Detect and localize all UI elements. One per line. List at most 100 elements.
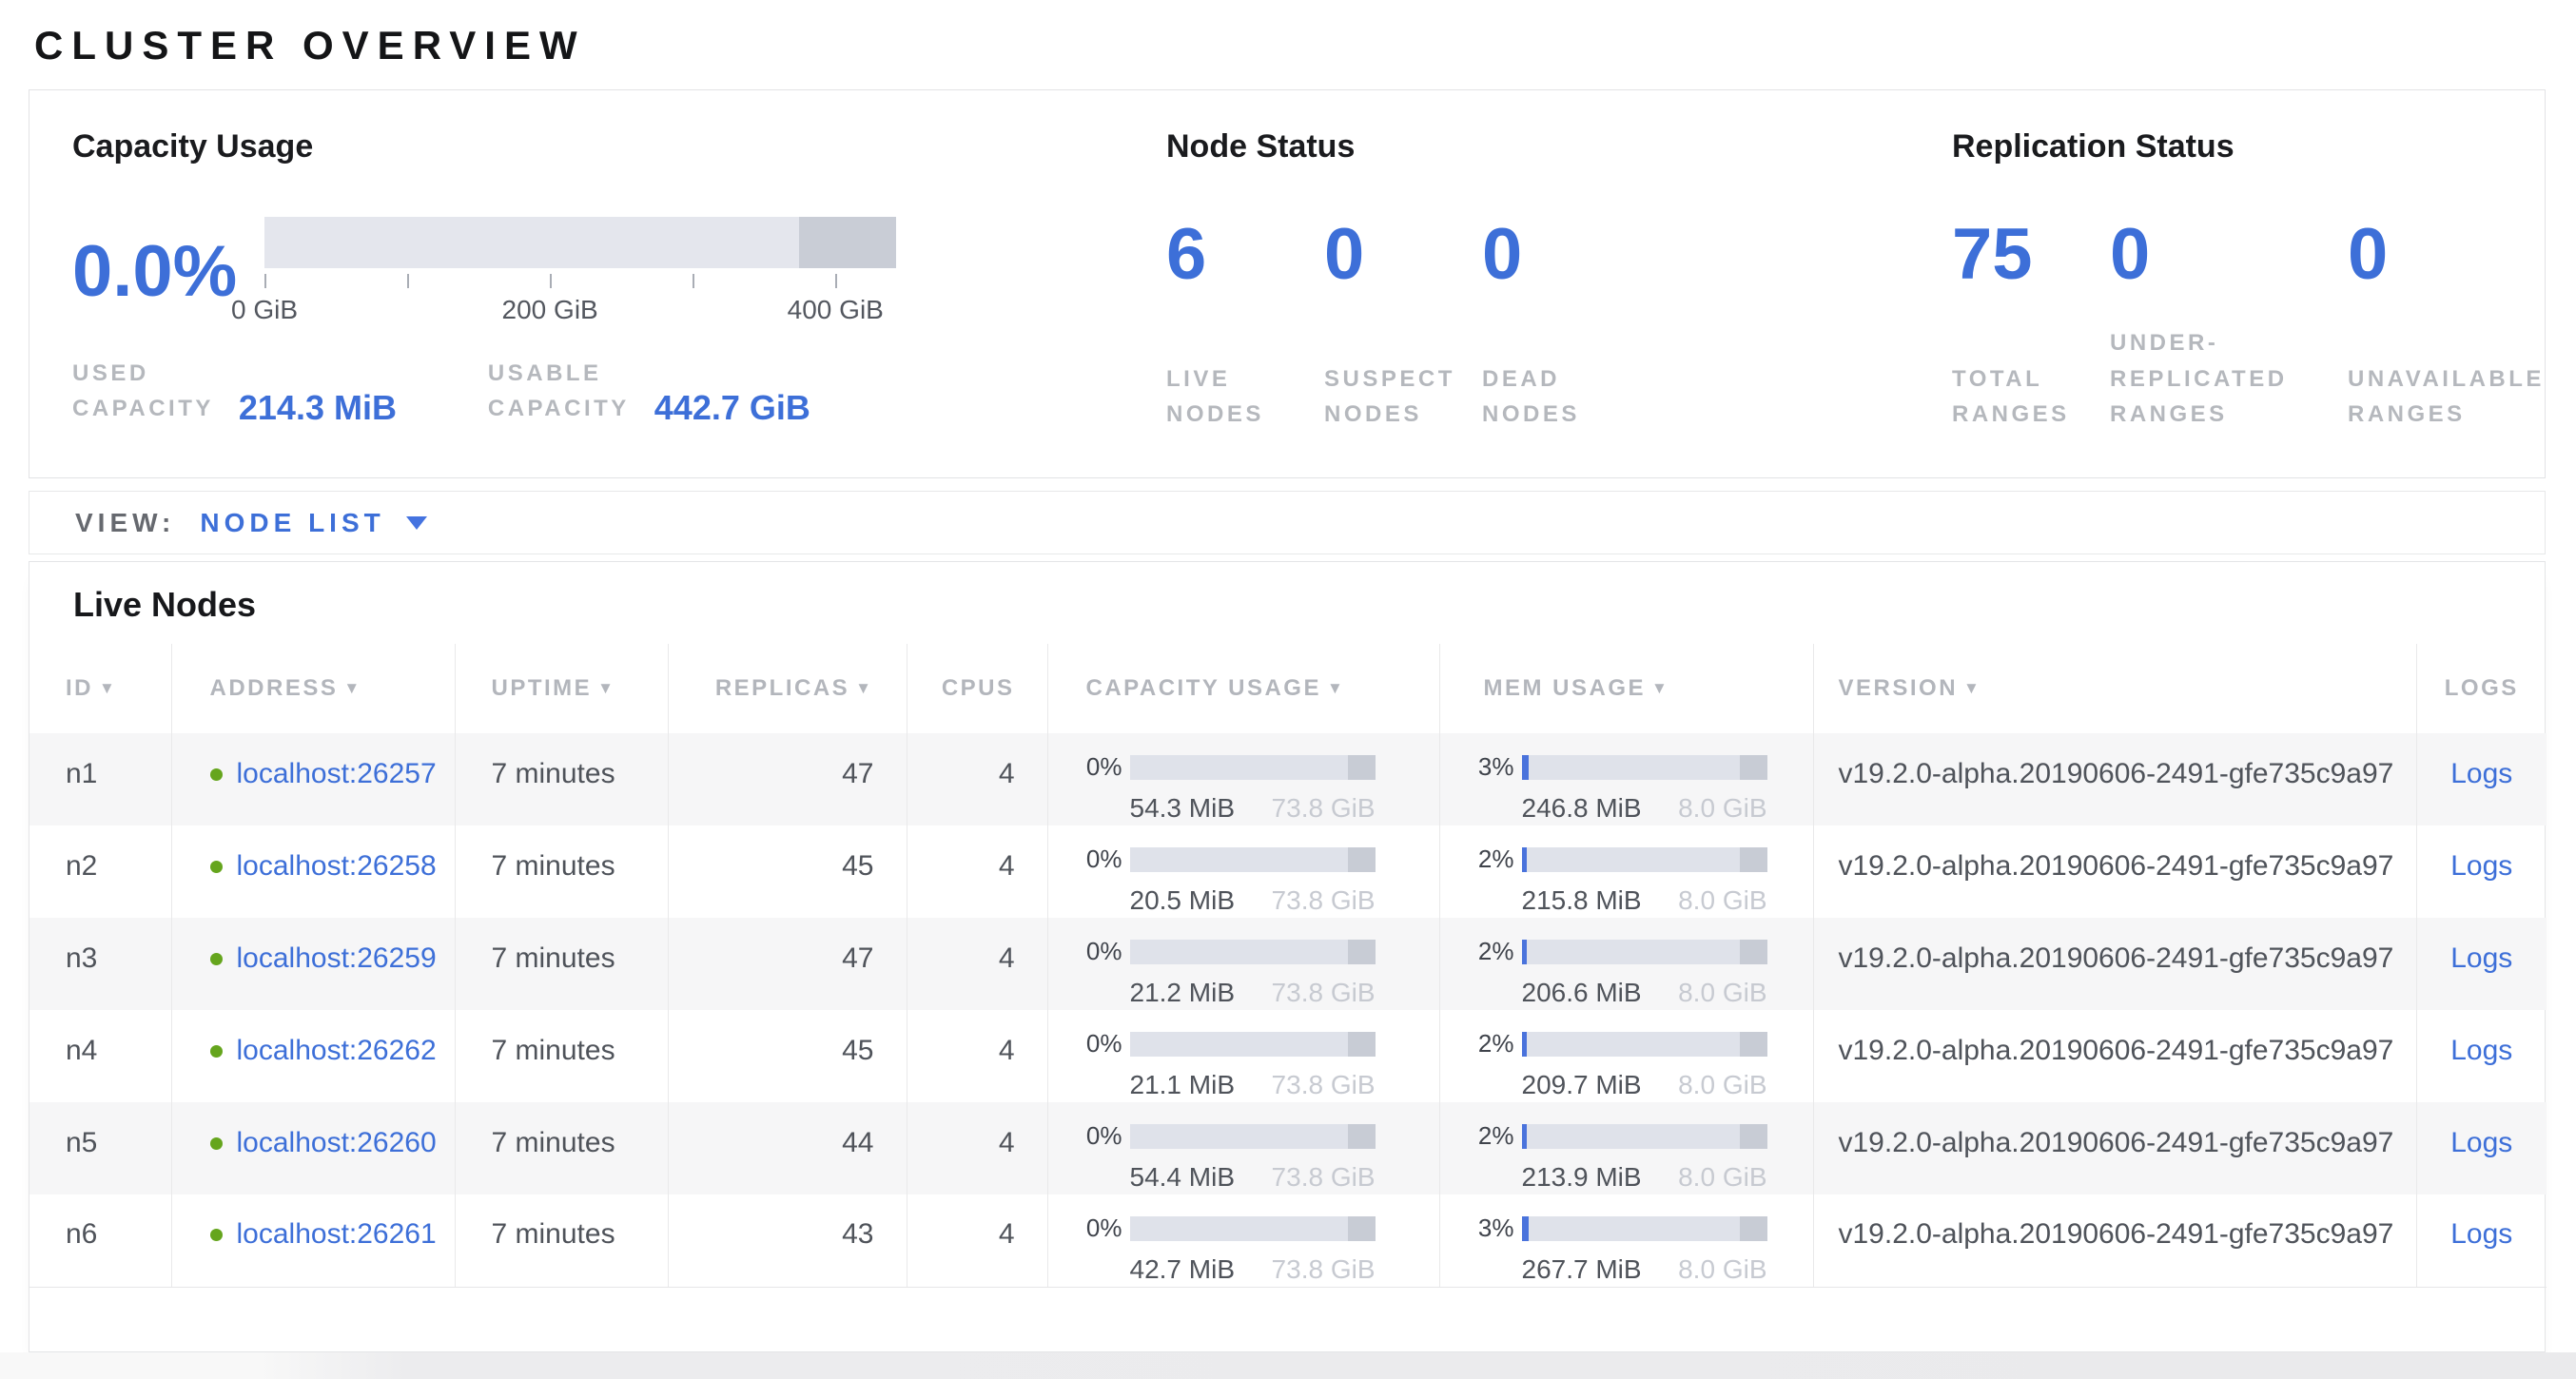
node-version-cell: v19.2.0-alpha.20190606-2491-gfe735c9a97: [1813, 1102, 2416, 1194]
capacity-usage-bar: [1130, 1124, 1376, 1149]
node-replicas-cell: 43: [668, 1194, 907, 1287]
node-mem-usage-cell: 3% 267.7 MiB 8.0 GiB: [1439, 1194, 1813, 1287]
mem-used-value: 209.7 MiB: [1522, 1070, 1642, 1100]
node-address-link[interactable]: localhost:26261: [237, 1218, 437, 1250]
column-header-id[interactable]: ID▼: [29, 644, 171, 733]
node-address-cell: localhost:26261: [171, 1194, 455, 1287]
node-replicas-cell: 44: [668, 1102, 907, 1194]
capacity-used-value: 21.1 MiB: [1130, 1070, 1236, 1100]
node-id-cell: n1: [29, 733, 171, 825]
dead-nodes-stat: 0 DEADNODES: [1482, 219, 1640, 432]
column-header-logs: LOGS: [2416, 644, 2547, 733]
node-address-cell: localhost:26258: [171, 825, 455, 918]
capacity-total-value: 73.8 GiB: [1272, 793, 1376, 824]
capacity-axis-labels: 0 GiB 200 GiB 400 GiB: [264, 295, 896, 327]
capacity-total-value: 73.8 GiB: [1272, 978, 1376, 1008]
node-replicas-cell: 45: [668, 825, 907, 918]
dead-nodes-value: 0: [1482, 219, 1522, 291]
capacity-total-value: 73.8 GiB: [1272, 885, 1376, 916]
live-nodes-label: LIVENODES: [1166, 361, 1264, 432]
replication-status-title: Replication Status: [1952, 128, 2545, 165]
sort-desc-icon: ▼: [99, 679, 117, 697]
node-uptime-cell: 7 minutes: [455, 918, 668, 1010]
node-mem-usage-cell: 3% 246.8 MiB 8.0 GiB: [1439, 733, 1813, 825]
node-id-cell: n5: [29, 1102, 171, 1194]
node-address-link[interactable]: localhost:26258: [237, 850, 437, 882]
node-version-cell: v19.2.0-alpha.20190606-2491-gfe735c9a97: [1813, 918, 2416, 1010]
dead-nodes-label: DEADNODES: [1482, 361, 1580, 432]
capacity-axis-ticks: [264, 274, 896, 295]
capacity-bar-chart: 0 GiB 200 GiB 400 GiB: [264, 217, 896, 327]
node-logs-cell: Logs: [2416, 918, 2547, 1010]
node-capacity-usage-cell: 0% 21.1 MiB 73.8 GiB: [1047, 1010, 1439, 1102]
total-ranges-value: 75: [1952, 219, 2033, 291]
node-version-cell: v19.2.0-alpha.20190606-2491-gfe735c9a97: [1813, 733, 2416, 825]
column-header-cpus: CPUS: [907, 644, 1047, 733]
usable-capacity-label-2: CAPACITY: [488, 391, 630, 426]
table-row: n5 localhost:26260 7 minutes 44 4 0% 54.…: [29, 1102, 2547, 1194]
node-cpus-cell: 4: [907, 1102, 1047, 1194]
capacity-usage-section: Capacity Usage 0.0% 0 GiB 200 GiB: [29, 90, 1138, 477]
logs-link[interactable]: Logs: [2450, 1127, 2512, 1158]
capacity-percent: 0.0%: [72, 236, 244, 308]
axis-label-0gib: 0 GiB: [231, 295, 298, 325]
capacity-used-value: 54.3 MiB: [1130, 793, 1236, 824]
column-header-version[interactable]: VERSION▼: [1813, 644, 2416, 733]
column-header-address[interactable]: ADDRESS▼: [171, 644, 455, 733]
sort-desc-icon: ▼: [1651, 679, 1669, 697]
node-address-cell: localhost:26259: [171, 918, 455, 1010]
view-dropdown[interactable]: NODE LIST: [200, 508, 426, 538]
mem-total-value: 8.0 GiB: [1678, 793, 1766, 824]
node-status-title: Node Status: [1166, 128, 1918, 165]
logs-link[interactable]: Logs: [2450, 1035, 2512, 1066]
node-uptime-cell: 7 minutes: [455, 1010, 668, 1102]
node-version-cell: v19.2.0-alpha.20190606-2491-gfe735c9a97: [1813, 1010, 2416, 1102]
total-ranges-stat: 75 TOTALRANGES: [1952, 219, 2110, 432]
view-dropdown-value[interactable]: NODE LIST: [200, 508, 384, 538]
node-live-status-dot: [210, 861, 223, 873]
node-live-status-dot: [210, 1229, 223, 1241]
mem-used-value: 267.7 MiB: [1522, 1254, 1642, 1285]
mem-percent-label: 2%: [1454, 937, 1514, 966]
under-replicated-ranges-value: 0: [2110, 219, 2150, 291]
column-header-capacity-usage[interactable]: CAPACITY USAGE▼: [1047, 644, 1439, 733]
column-header-mem-usage[interactable]: MEM USAGE▼: [1439, 644, 1813, 733]
node-uptime-cell: 7 minutes: [455, 1102, 668, 1194]
capacity-percent-label: 0%: [1062, 845, 1122, 874]
node-cpus-cell: 4: [907, 1010, 1047, 1102]
chevron-down-icon[interactable]: [406, 516, 427, 530]
axis-label-200gib: 200 GiB: [502, 295, 598, 325]
node-logs-cell: Logs: [2416, 733, 2547, 825]
mem-percent-label: 2%: [1454, 1121, 1514, 1151]
column-header-replicas[interactable]: REPLICAS▼: [668, 644, 907, 733]
replication-status-section: Replication Status 75 TOTALRANGES 0 UNDE…: [1918, 90, 2545, 477]
node-cpus-cell: 4: [907, 825, 1047, 918]
node-capacity-usage-cell: 0% 20.5 MiB 73.8 GiB: [1047, 825, 1439, 918]
node-address-cell: localhost:26257: [171, 733, 455, 825]
node-address-link[interactable]: localhost:26259: [237, 942, 437, 974]
page-title: CLUSTER OVERVIEW: [34, 23, 586, 68]
logs-link[interactable]: Logs: [2450, 1218, 2512, 1250]
node-address-link[interactable]: localhost:26262: [237, 1035, 437, 1066]
node-capacity-usage-cell: 0% 42.7 MiB 73.8 GiB: [1047, 1194, 1439, 1287]
mem-usage-bar: [1522, 1032, 1767, 1057]
used-capacity-stat: USED CAPACITY 214.3 MiB: [72, 356, 420, 426]
mem-percent-label: 2%: [1454, 1029, 1514, 1059]
node-address-cell: localhost:26262: [171, 1010, 455, 1102]
node-logs-cell: Logs: [2416, 1102, 2547, 1194]
unavailable-ranges-stat: 0 UNAVAILABLERANGES: [2348, 219, 2506, 432]
logs-link[interactable]: Logs: [2450, 758, 2512, 789]
sort-desc-icon: ▼: [1327, 679, 1345, 697]
logs-link[interactable]: Logs: [2450, 942, 2512, 974]
column-header-uptime[interactable]: UPTIME▼: [455, 644, 668, 733]
logs-link[interactable]: Logs: [2450, 850, 2512, 882]
node-address-link[interactable]: localhost:26260: [237, 1127, 437, 1158]
mem-total-value: 8.0 GiB: [1678, 1162, 1766, 1193]
capacity-usage-bar: [1130, 940, 1376, 964]
capacity-total-value: 73.8 GiB: [1272, 1070, 1376, 1100]
capacity-percent-label: 0%: [1062, 1029, 1122, 1059]
capacity-used-value: 54.4 MiB: [1130, 1162, 1236, 1193]
node-logs-cell: Logs: [2416, 1010, 2547, 1102]
node-address-link[interactable]: localhost:26257: [237, 758, 437, 789]
used-capacity-label-2: CAPACITY: [72, 391, 214, 426]
